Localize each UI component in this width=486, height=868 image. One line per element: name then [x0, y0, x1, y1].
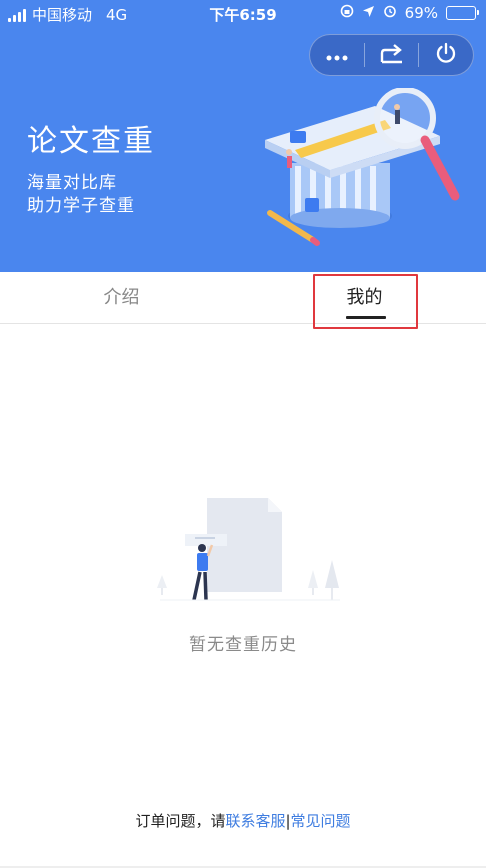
screen-lock-icon [340, 4, 354, 22]
share-icon [380, 42, 404, 68]
share-button[interactable] [365, 34, 419, 76]
highlight-box [313, 274, 418, 329]
status-bar: 中国移动 4G 下午6:59 69% [0, 0, 486, 28]
header-banner: 中国移动 4G 下午6:59 69% 论文查重 海量对比库 助力学子查重 [0, 0, 486, 272]
power-icon [435, 42, 457, 68]
exit-button[interactable] [419, 34, 473, 76]
location-icon [362, 4, 375, 22]
subtitle-line-2: 助力学子查重 [27, 196, 135, 216]
more-button[interactable] [310, 34, 364, 76]
empty-state-message: 暂无查重历史 [189, 635, 297, 655]
faq-link[interactable]: 常见问题 [291, 812, 351, 830]
contact-service-link[interactable]: 联系客服 [225, 812, 285, 830]
header-illustration [255, 87, 470, 257]
battery-percent: 69% [404, 4, 438, 22]
page-title: 论文查重 [27, 124, 155, 159]
mini-program-capsule [309, 34, 474, 76]
alarm-icon [383, 4, 397, 22]
footer-help: 订单问题，请联系客服|常见问题 [0, 810, 486, 831]
footer-prefix: 订单问题，请 [135, 812, 226, 830]
tab-intro[interactable]: 介绍 [0, 272, 243, 324]
subtitle-line-1: 海量对比库 [27, 173, 117, 193]
more-dots-icon [326, 46, 348, 65]
empty-state-illustration [40, 490, 350, 614]
battery-icon [446, 6, 479, 20]
